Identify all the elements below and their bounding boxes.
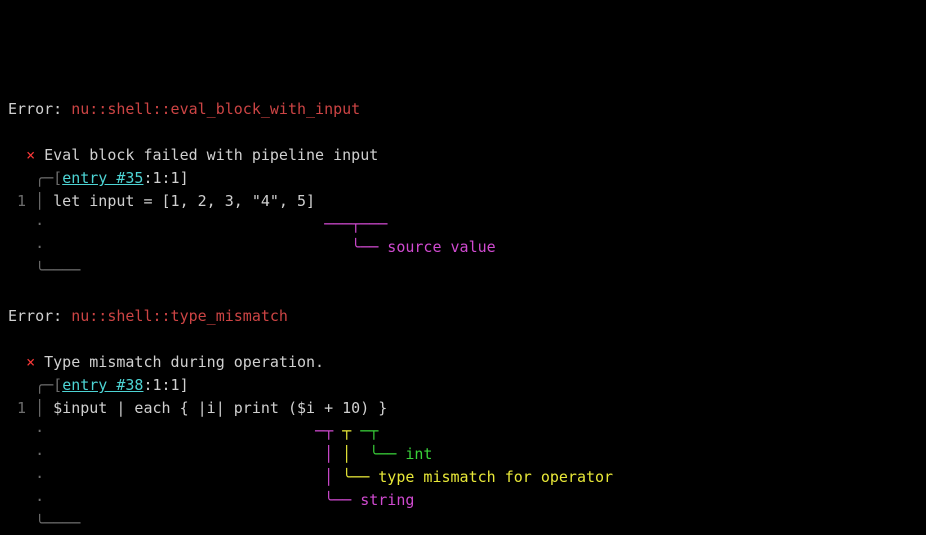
error-code: nu::shell::eval_block_with_input xyxy=(71,100,360,118)
error-title: Type mismatch during operation. xyxy=(44,353,324,371)
conn-2a: │ xyxy=(44,468,342,486)
line-number: 1 xyxy=(8,192,35,210)
error-marker-icon: × xyxy=(26,146,35,164)
frame-bottom: ╰──── xyxy=(8,261,80,279)
caret-2: ┬ xyxy=(342,422,360,440)
caret: ───┬─── xyxy=(44,215,387,233)
line-number: 1 xyxy=(8,399,35,417)
caret-3: ─┬ xyxy=(360,422,378,440)
frame-bottom: ╰──── xyxy=(8,514,80,532)
source-line: $input | each { |i| print ($i + 10) } xyxy=(53,399,387,417)
gutter-dot: · xyxy=(8,422,44,440)
gutter-dot: · xyxy=(8,215,44,233)
conn-1c: ╰── xyxy=(369,445,405,463)
conn-3: ╰── xyxy=(44,491,360,509)
gutter: │ xyxy=(35,399,53,417)
entry-link[interactable]: entry #35 xyxy=(62,169,143,187)
label-string: string xyxy=(360,491,414,509)
entry-rest: :1:1] xyxy=(143,376,188,394)
label-conn: ╰── xyxy=(44,238,387,256)
error-marker-icon: × xyxy=(26,353,35,371)
label-text: source value xyxy=(387,238,495,256)
entry-link[interactable]: entry #38 xyxy=(62,376,143,394)
conn-2b: ╰── xyxy=(342,468,378,486)
error-prefix: Error: xyxy=(8,307,62,325)
conn-1b: │ xyxy=(342,445,369,463)
gutter-dot: · xyxy=(8,238,44,256)
error-title: Eval block failed with pipeline input xyxy=(44,146,378,164)
frame-top: ╭─[ xyxy=(8,169,62,187)
gutter: │ xyxy=(35,192,53,210)
error-code: nu::shell::type_mismatch xyxy=(71,307,288,325)
caret-1: ─┬ xyxy=(44,422,342,440)
gutter-dot: · xyxy=(8,468,44,486)
gutter-dot: · xyxy=(8,445,44,463)
label-op: type mismatch for operator xyxy=(378,468,613,486)
gutter-dot: · xyxy=(8,491,44,509)
conn-1a: │ xyxy=(44,445,342,463)
frame-top: ╭─[ xyxy=(8,376,62,394)
label-int: int xyxy=(405,445,432,463)
error-prefix: Error: xyxy=(8,100,62,118)
entry-rest: :1:1] xyxy=(143,169,188,187)
source-line: let input = [1, 2, 3, "4", 5] xyxy=(53,192,315,210)
